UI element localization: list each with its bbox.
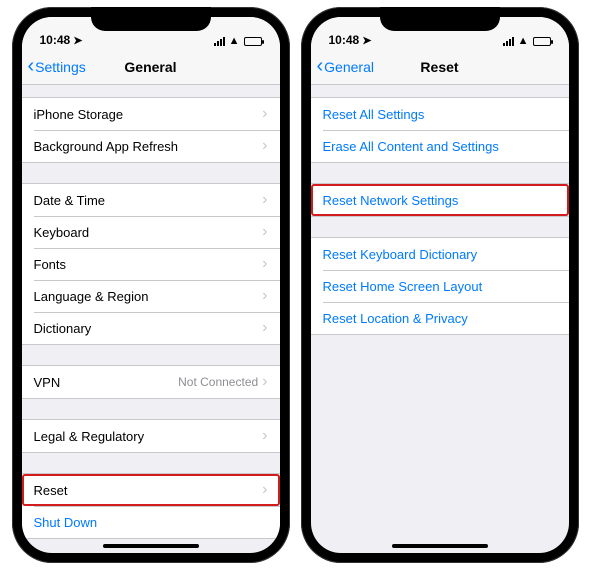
settings-row[interactable]: Reset Home Screen Layout <box>311 270 569 302</box>
wifi-icon: ▲ <box>518 35 529 47</box>
phone-left: 10:48 ➤ ▲ ‹ Settings General iPhone Stor… <box>12 7 290 563</box>
settings-row[interactable]: Legal & Regulatory › <box>22 420 280 452</box>
back-button[interactable]: ‹ General <box>317 58 374 76</box>
back-button[interactable]: ‹ Settings <box>28 58 86 76</box>
row-label: Language & Region <box>34 289 149 304</box>
phone-right: 10:48 ➤ ▲ ‹ General Reset Reset All Sett… <box>301 7 579 563</box>
screen: 10:48 ➤ ▲ ‹ Settings General iPhone Stor… <box>22 17 280 553</box>
settings-row[interactable]: Erase All Content and Settings <box>311 130 569 162</box>
chevron-right-icon: › <box>262 192 267 208</box>
chevron-right-icon: › <box>262 428 267 444</box>
settings-group: Reset Network Settings <box>311 183 569 217</box>
settings-group: Reset Keyboard Dictionary Reset Home Scre… <box>311 237 569 335</box>
chevron-right-icon: › <box>262 482 267 498</box>
row-label: Shut Down <box>34 515 98 530</box>
battery-icon <box>533 37 551 46</box>
row-label: iPhone Storage <box>34 107 124 122</box>
settings-group: Reset All Settings Erase All Content and … <box>311 97 569 163</box>
settings-group: Date & Time›Keyboard›Fonts›Language & Re… <box>22 183 280 345</box>
settings-group: VPN Not Connected › <box>22 365 280 399</box>
row-detail: Not Connected <box>178 375 258 389</box>
settings-row[interactable]: Reset All Settings <box>311 98 569 130</box>
status-time: 10:48 <box>40 33 71 47</box>
settings-row[interactable]: Fonts › <box>22 248 280 280</box>
row-label: Keyboard <box>34 225 90 240</box>
chevron-right-icon: › <box>262 106 267 122</box>
row-label: Fonts <box>34 257 67 272</box>
settings-row[interactable]: Dictionary › <box>22 312 280 344</box>
nav-bar: ‹ Settings General <box>22 49 280 85</box>
row-label: Erase All Content and Settings <box>323 139 499 154</box>
location-icon: ➤ <box>362 34 371 47</box>
chevron-right-icon: › <box>262 288 267 304</box>
chevron-right-icon: › <box>262 138 267 154</box>
status-time: 10:48 <box>329 33 360 47</box>
home-indicator[interactable] <box>103 544 199 548</box>
settings-list: Reset All Settings Erase All Content and … <box>311 85 569 553</box>
settings-group: Reset › Shut Down <box>22 473 280 539</box>
home-indicator[interactable] <box>392 544 488 548</box>
battery-icon <box>244 37 262 46</box>
row-label: Background App Refresh <box>34 139 179 154</box>
back-label: Settings <box>35 59 86 75</box>
chevron-right-icon: › <box>262 256 267 272</box>
row-label: Reset All Settings <box>323 107 425 122</box>
settings-row[interactable]: VPN Not Connected › <box>22 366 280 398</box>
chevron-right-icon: › <box>262 320 267 336</box>
row-label: Date & Time <box>34 193 106 208</box>
notch <box>91 7 211 31</box>
settings-list: iPhone Storage›Background App Refresh›Da… <box>22 85 280 553</box>
chevron-right-icon: › <box>262 224 267 240</box>
settings-row[interactable]: Date & Time › <box>22 184 280 216</box>
signal-icon <box>503 37 514 46</box>
settings-row[interactable]: Reset Network Settings <box>311 184 569 216</box>
row-label: Reset Location & Privacy <box>323 311 468 326</box>
settings-row[interactable]: Reset Keyboard Dictionary <box>311 238 569 270</box>
settings-group: iPhone Storage › Background App Refresh › <box>22 97 280 163</box>
row-label: VPN <box>34 375 61 390</box>
chevron-left-icon: ‹ <box>28 56 35 76</box>
settings-row[interactable]: Language & Region › <box>22 280 280 312</box>
settings-row[interactable]: Reset › <box>22 474 280 506</box>
chevron-right-icon: › <box>262 374 267 390</box>
back-label: General <box>324 59 374 75</box>
chevron-left-icon: ‹ <box>317 56 324 76</box>
nav-bar: ‹ General Reset <box>311 49 569 85</box>
notch <box>380 7 500 31</box>
settings-row[interactable]: iPhone Storage › <box>22 98 280 130</box>
settings-row[interactable]: Shut Down <box>22 506 280 538</box>
row-label: Reset Home Screen Layout <box>323 279 483 294</box>
settings-row[interactable]: Background App Refresh › <box>22 130 280 162</box>
row-label: Reset Keyboard Dictionary <box>323 247 478 262</box>
settings-group: Legal & Regulatory › <box>22 419 280 453</box>
location-icon: ➤ <box>73 34 82 47</box>
wifi-icon: ▲ <box>229 35 240 47</box>
signal-icon <box>214 37 225 46</box>
screen: 10:48 ➤ ▲ ‹ General Reset Reset All Sett… <box>311 17 569 553</box>
settings-row[interactable]: Reset Location & Privacy <box>311 302 569 334</box>
settings-row[interactable]: Keyboard › <box>22 216 280 248</box>
row-label: Reset <box>34 483 68 498</box>
row-label: Legal & Regulatory <box>34 429 145 444</box>
row-label: Reset Network Settings <box>323 193 459 208</box>
row-label: Dictionary <box>34 321 92 336</box>
